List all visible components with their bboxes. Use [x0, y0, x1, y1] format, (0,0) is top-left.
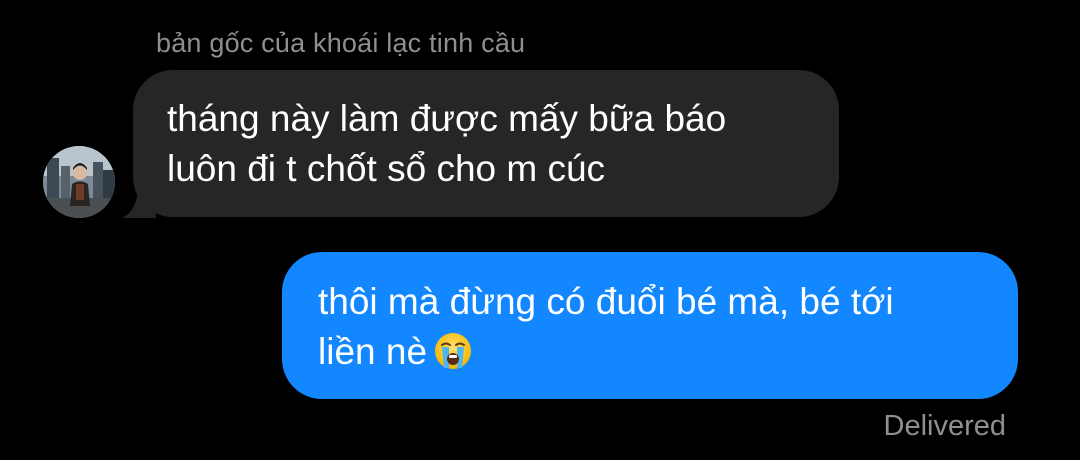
- delivery-status: Delivered: [883, 410, 1007, 442]
- incoming-message-bubble[interactable]: tháng này làm được mấy bữa báo luôn đi t…: [133, 70, 839, 217]
- message-text-line: tháng này làm được mấy bữa báo: [167, 98, 727, 139]
- user-photo-avatar: [43, 146, 115, 218]
- outgoing-message-bubble[interactable]: thôi mà đừng có đuổi bé mà, bé tới liền …: [282, 252, 1018, 399]
- loudly-crying-face-icon: [433, 331, 473, 371]
- message-text-line: luôn đi t chốt sổ cho m cúc: [167, 148, 606, 189]
- sender-avatar-icon[interactable]: [43, 146, 115, 218]
- message-text-line-last: liền nè: [318, 327, 982, 377]
- message-text-line: thôi mà đừng có đuổi bé mà, bé tới: [318, 281, 894, 322]
- message-text: liền nè: [318, 331, 428, 372]
- sender-name: bản gốc của khoái lạc tinh cầu: [156, 28, 526, 58]
